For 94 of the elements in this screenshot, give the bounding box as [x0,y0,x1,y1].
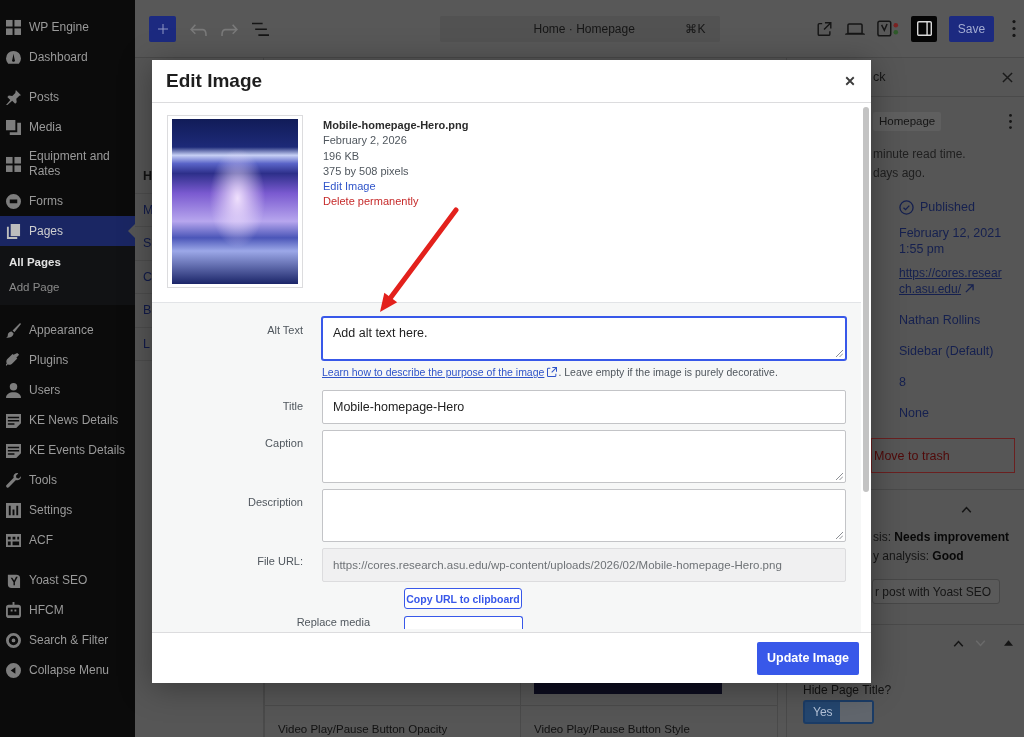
list-view-icon[interactable] [252,21,269,36]
dialog-title: Edit Image [166,70,263,92]
menu-item[interactable]: HFCM [0,595,135,625]
gauge-icon [6,49,21,65]
textarea-field[interactable]: Add alt text here. [322,317,846,360]
menu-item[interactable]: Plugins [0,345,135,375]
check-circle-icon [899,199,914,215]
menu-item[interactable]: KE Events Details [0,435,135,465]
resize-grip-icon [836,350,843,357]
field-label: Caption [264,436,303,451]
document-title: Home · Homepage [533,21,635,36]
menu-item[interactable]: Dashboard [0,42,135,72]
grid-icon [6,156,21,172]
submenu-item[interactable]: Add Page [0,275,135,300]
file-size: 196 KB [323,148,361,164]
toggle-knob [840,702,872,722]
pages-icon [6,223,21,239]
more-icon[interactable] [1009,114,1012,129]
menu-item[interactable]: Yoast SEO [0,565,135,595]
edit-image-link[interactable]: Edit Image [323,180,376,193]
resize-grip-icon [836,532,843,539]
close-icon[interactable] [845,76,855,86]
badge-icon [6,572,21,588]
menu-item[interactable]: Users [0,375,135,405]
textarea-field[interactable] [322,489,846,542]
external-link-icon[interactable] [816,21,833,36]
triangle-icon[interactable] [1004,640,1013,646]
resize-grip-icon [836,473,843,480]
menu-item[interactable]: ACF [0,525,135,555]
menu-item[interactable]: Forms [0,186,135,216]
brush-icon [6,322,21,338]
target-icon [6,632,21,648]
file-name: Mobile-homepage-Hero.png [323,118,469,133]
upload-date: February 2, 2026 [323,133,408,149]
cut-off-button[interactable] [404,616,523,629]
menu-item[interactable]: Media [0,112,135,142]
external-link-icon [547,367,558,377]
readonly-field: https://cores.research.asu.edu/wp-content/uploads/2026/02/Mobile-homepage-Hero.png [322,548,846,582]
document-icon [6,442,21,458]
field-label: File URL: [256,554,303,569]
menu-item[interactable]: WP Engine [0,12,135,42]
status-dots-icon[interactable] [877,20,899,37]
copy-url-button[interactable]: Copy URL to clipboard [404,588,522,609]
menu-item[interactable]: Pages [0,216,135,246]
form-icon [6,193,21,209]
collapse-icon [6,662,21,678]
delete-link[interactable]: Delete permanently [323,195,419,208]
toggle-switch[interactable]: Yes [803,700,874,724]
scrollbar-thumb[interactable] [863,107,869,492]
input-field[interactable]: Mobile-homepage-Hero [322,390,846,424]
menu-item[interactable]: Posts [0,82,135,112]
sidebar-panel-icon [916,21,932,36]
field-label: Description [246,495,303,510]
media-icon [6,119,21,135]
field-label: Hide Page Title? [803,683,893,697]
wrench-icon [6,472,21,488]
menu-item[interactable]: KE News Details [0,405,135,435]
menu-item[interactable]: Search & Filter [0,625,135,655]
block-label: Video Play/Pause Button Style [534,723,690,735]
pin-icon [6,89,21,105]
menu-item[interactable]: Collapse Menu [0,655,135,685]
table-icon [6,532,21,548]
help-link[interactable]: Learn how to describe the purpose of the image [322,366,545,378]
sliders-icon [6,502,21,518]
field-label: Replace media [295,616,370,629]
page-chip: Homepage [873,112,942,131]
textarea-field[interactable] [322,430,846,483]
help-text: Learn how to describe the purpose of the image . Leave empty if the image is purely decorative. [322,366,779,379]
grid-icon [6,19,21,35]
plug-icon [6,352,21,368]
block-label: Video Play/Pause Button Opacity [278,723,448,735]
document-icon [6,412,21,428]
more-icon[interactable] [1012,20,1016,37]
settings-toggle-button[interactable] [911,15,937,42]
menu-item[interactable]: Appearance [0,315,135,345]
menu-item[interactable]: Equipment and Rates [0,142,135,186]
field-label: Alt Text [266,323,303,338]
field-label: Title [281,399,303,414]
plus-icon [157,23,168,34]
analysis-text: sis: Needs improvement [873,529,1011,546]
shortcut-hint: ⌘K [685,21,706,36]
laptop-icon[interactable] [845,22,865,35]
chevron-up-icon[interactable] [953,639,964,647]
image-dimensions: 375 by 508 pixels [323,163,410,179]
menu-item[interactable]: Tools [0,465,135,495]
arrow-icon [965,284,975,293]
robot-icon [6,602,21,618]
chevron-icon[interactable] [961,505,972,513]
update-image-button[interactable]: Update Image [757,641,859,675]
save-button[interactable]: Save [949,15,994,42]
submenu-item[interactable]: All Pages [0,250,135,275]
add-block-button[interactable] [149,15,176,42]
user-icon [6,382,21,398]
menu-item[interactable]: Settings [0,495,135,525]
